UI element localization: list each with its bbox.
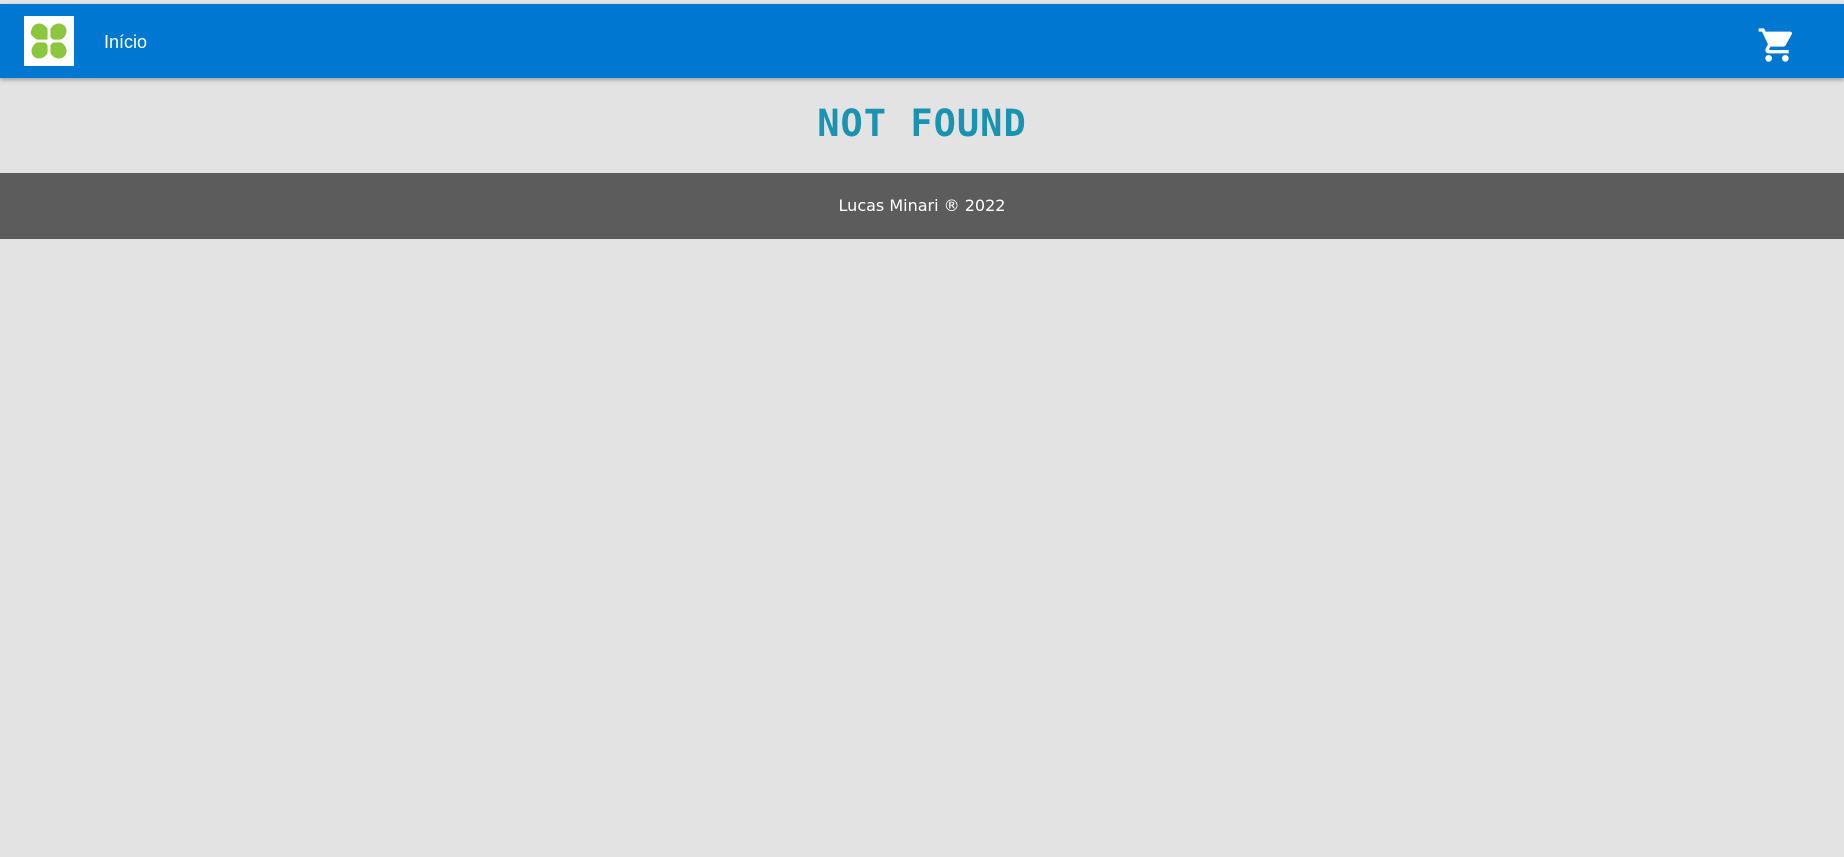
home-logo-link[interactable] <box>24 16 74 66</box>
top-navbar: Início <box>0 4 1844 78</box>
main-content: NOT FOUND <box>0 78 1844 173</box>
nav-home-link[interactable]: Início <box>104 32 147 52</box>
footer-copyright: Lucas Minari ® 2022 <box>838 196 1006 215</box>
cart-button[interactable] <box>1757 25 1797 65</box>
clover-logo-icon <box>30 22 68 60</box>
footer: Lucas Minari ® 2022 <box>0 173 1844 239</box>
shopping-cart-icon <box>1757 25 1797 65</box>
page-title: NOT FOUND <box>817 102 1027 145</box>
